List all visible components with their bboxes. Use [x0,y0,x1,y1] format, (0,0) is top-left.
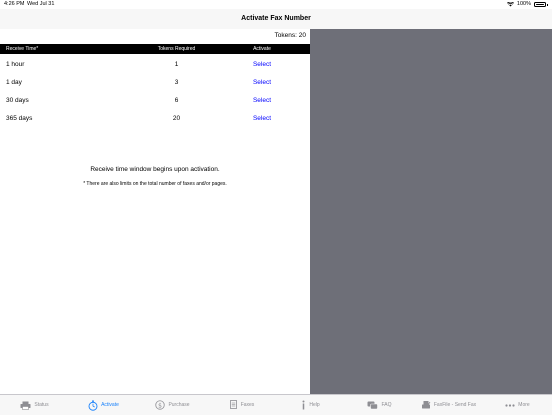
tab-purchase-label: Purchase [168,402,190,408]
more-icon [505,403,515,407]
row-tokens-required: 3 [174,79,179,86]
page-title: Activate Fax Number [241,15,311,22]
table-row: 1 day 3 Select [0,74,310,92]
battery-tip [547,3,548,6]
tab-activate-label: Activate [101,402,119,408]
row-receive-time: 1 hour [6,61,25,68]
svg-text:$: $ [159,402,163,409]
detail-pane [310,29,552,394]
tab-faq-label: FAQ [381,402,392,408]
table-row: 30 days 6 Select [0,92,310,110]
row-receive-time: 365 days [6,115,33,122]
row-receive-time: 30 days [6,97,29,104]
tab-status-label: Status [34,402,49,408]
limits-footnote: * There are also limits on the total num… [83,181,227,187]
select-30-days-button[interactable]: Select [230,92,294,110]
stopwatch-icon [88,400,98,411]
activation-pane: Tokens: 20 Receive Time* Tokens Required… [0,29,310,394]
table-row: 1 hour 1 Select [0,56,310,74]
tab-help[interactable]: Help [276,395,345,415]
status-time: 4:26 PM [4,1,25,7]
row-receive-time: 1 day [6,79,22,86]
fax-icon [421,401,431,409]
header-tokens-required: Tokens Required [157,46,196,52]
tab-status[interactable]: Status [0,395,69,415]
info-icon [302,400,305,410]
select-1-day-button[interactable]: Select [230,74,294,92]
tab-faxes[interactable]: Faxes [207,395,276,415]
battery-percent: 100% [516,1,531,7]
status-right: 100% [506,0,548,9]
status-bar: 4:26 PM Wed Jul 31 100% [0,0,552,9]
tab-purchase[interactable]: $ Purchase [138,395,207,415]
wifi-icon [506,2,514,7]
tokens-balance: Tokens: 20 [275,31,306,41]
header-receive-time: Receive Time* [6,46,39,52]
tab-activate[interactable]: Activate [69,395,138,415]
tab-more-label: More [518,402,530,408]
select-365-days-button[interactable]: Select [230,110,294,128]
document-icon [229,400,237,409]
tab-faxfile-send-fax[interactable]: FaxFile - Send Fax [414,395,483,415]
row-tokens-required: 6 [174,97,179,104]
printer-icon [20,401,31,410]
tab-faxes-label: Faxes [240,402,255,408]
tab-bar: Status Activate $ Purchase Faxes Help FA… [0,394,552,415]
row-tokens-required: 20 [172,115,181,122]
tab-help-label: Help [309,402,320,408]
row-tokens-required: 1 [174,61,179,68]
tab-faxfile-label: FaxFile - Send Fax [433,402,477,408]
select-1-hour-button[interactable]: Select [230,56,294,74]
tokens-label: Tokens: [274,32,297,39]
tab-faq[interactable]: FAQ [345,395,414,415]
table-row: 365 days 20 Select [0,110,310,128]
table-header: Receive Time* Tokens Required Activate [0,44,310,54]
header-activate: Activate [253,46,271,52]
status-date: Wed Jul 31 [27,1,55,7]
activation-note: Receive time window begins upon activati… [90,166,220,173]
chat-icon [367,401,379,409]
tab-more[interactable]: More [483,395,552,415]
tokens-value: 20 [298,32,306,39]
dollar-icon: $ [155,400,166,410]
navigation-bar: Activate Fax Number [0,9,552,30]
battery-icon [534,2,546,7]
